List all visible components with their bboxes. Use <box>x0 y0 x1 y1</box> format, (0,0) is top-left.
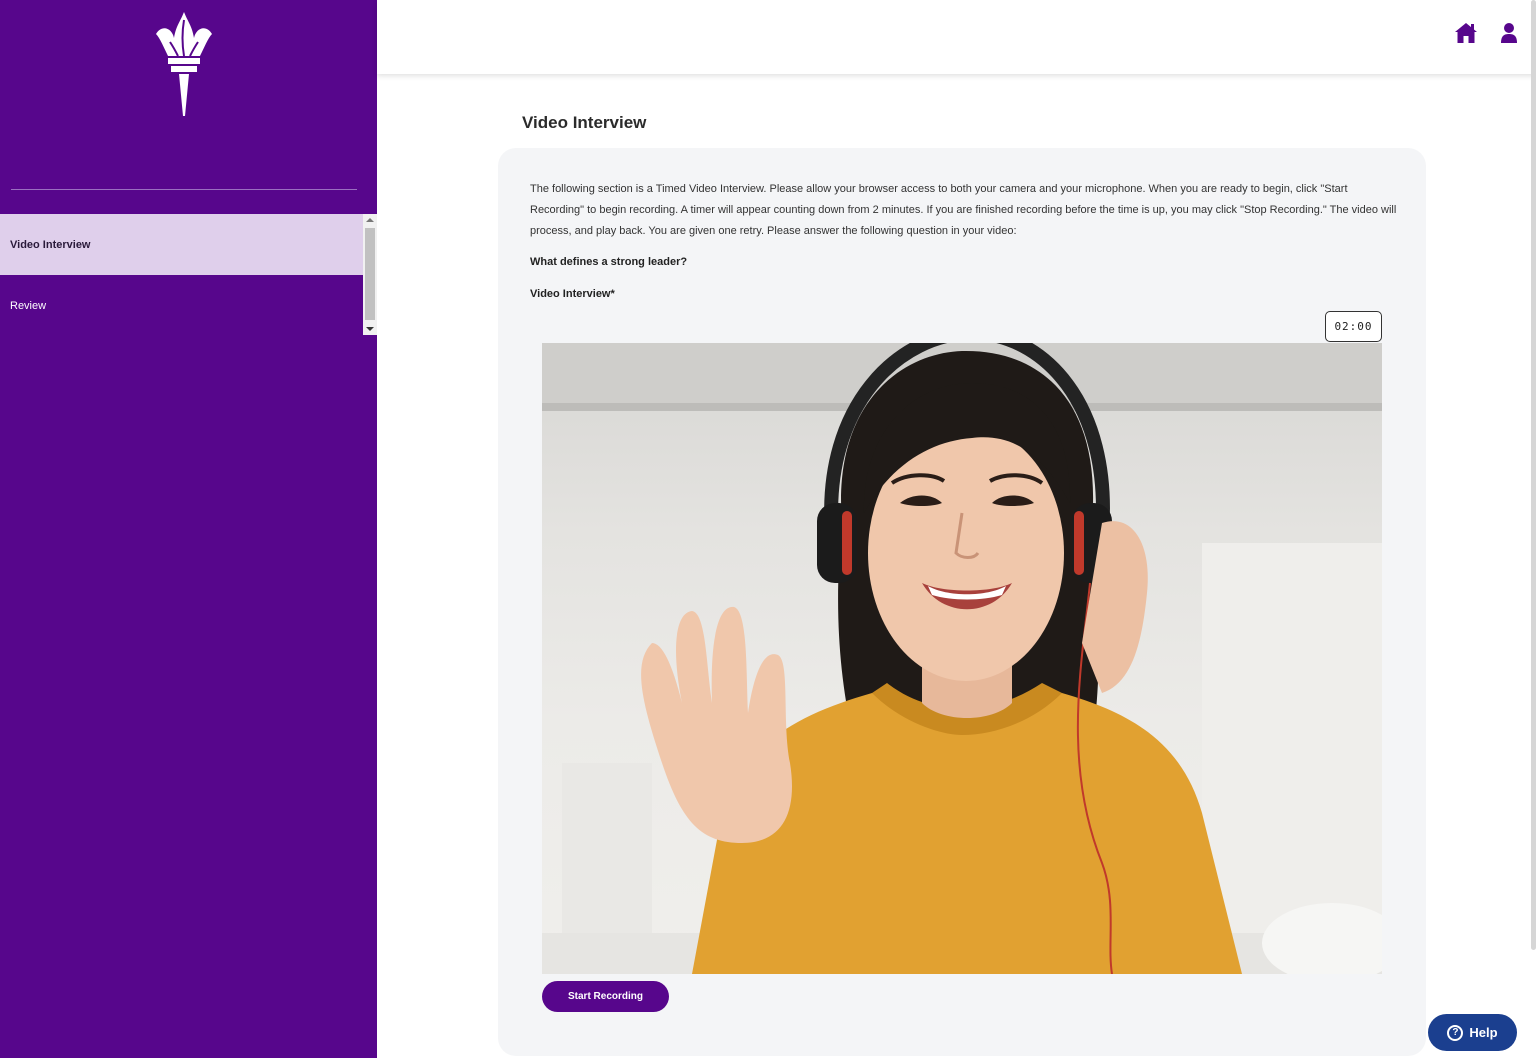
question-circle-icon: ? <box>1447 1024 1464 1041</box>
start-recording-button[interactable]: Start Recording <box>542 981 669 1012</box>
camera-feed-image <box>542 343 1382 974</box>
sidebar-item-label: Video Interview <box>10 238 91 251</box>
sidebar-item-label: Review <box>10 299 47 312</box>
sidebar-item-video-interview[interactable]: Video Interview <box>0 214 363 275</box>
help-label: Help <box>1469 1025 1498 1040</box>
scroll-up-arrow-icon[interactable] <box>366 218 374 222</box>
video-preview <box>542 343 1382 974</box>
torch-logo-icon <box>156 12 212 116</box>
sidebar-divider <box>11 189 357 190</box>
interview-card: The following section is a Timed Video I… <box>498 148 1426 1056</box>
scroll-down-arrow-icon[interactable] <box>366 327 374 331</box>
user-icon[interactable] <box>1500 22 1518 44</box>
scrollbar-thumb[interactable] <box>365 228 375 320</box>
countdown-timer: 02:00 <box>1325 311 1382 342</box>
video-field-label: Video Interview* <box>530 288 615 300</box>
page-title: Video Interview <box>522 113 647 132</box>
sidebar-scrollbar[interactable] <box>363 214 377 335</box>
home-icon[interactable] <box>1454 22 1478 44</box>
top-bar <box>377 0 1536 74</box>
sidebar: Video Interview Review <box>0 0 377 1058</box>
interview-question: What defines a strong leader? <box>530 256 688 268</box>
help-button[interactable]: ? Help <box>1428 1014 1517 1051</box>
page-scrollbar[interactable] <box>1531 0 1536 950</box>
sidebar-nav: Video Interview Review <box>0 214 363 335</box>
sidebar-item-review[interactable]: Review <box>0 275 363 336</box>
instructions-text: The following section is a Timed Video I… <box>530 183 1397 237</box>
